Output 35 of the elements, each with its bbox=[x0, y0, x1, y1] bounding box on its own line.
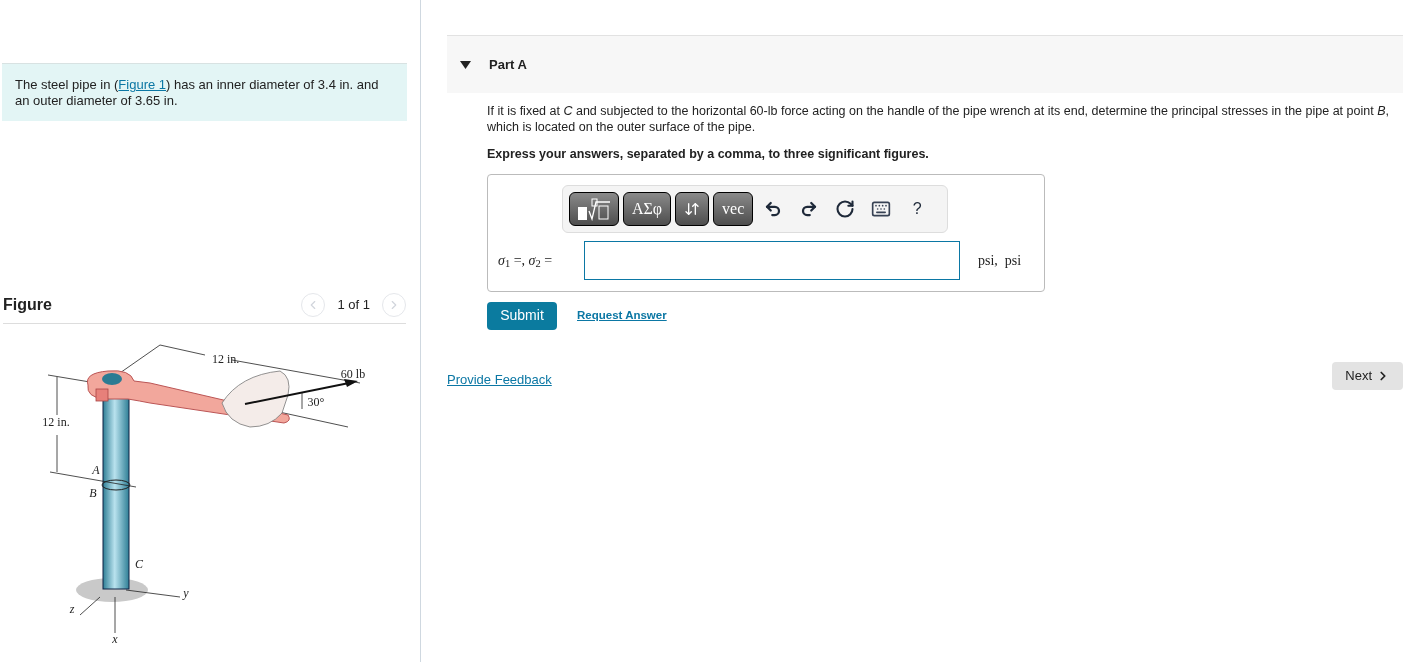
instruction-text: Express your answers, separated by a comma, to three significant figures. bbox=[487, 146, 930, 163]
figure-label: B bbox=[89, 486, 97, 500]
figure-label: A bbox=[92, 463, 100, 477]
figure-label: z bbox=[69, 602, 75, 616]
part-header[interactable]: Part A bbox=[447, 35, 1403, 93]
next-button[interactable]: Next bbox=[1332, 361, 1403, 390]
units-label: psi, psi bbox=[978, 251, 1022, 270]
submit-button[interactable]: Submit bbox=[487, 301, 557, 330]
template-button[interactable] bbox=[569, 191, 619, 226]
reset-icon bbox=[835, 198, 856, 219]
answer-field[interactable] bbox=[584, 240, 960, 280]
answer-label: σ$_{1}$ =, σ$_{2}$ = bbox=[498, 251, 554, 271]
figure-label: C bbox=[135, 557, 143, 571]
figure-label: x bbox=[112, 632, 118, 646]
figure-label: 30° bbox=[307, 395, 325, 409]
figure-label: 12 in. bbox=[212, 352, 240, 366]
caret-icon bbox=[460, 60, 471, 69]
figure-label: y bbox=[183, 586, 189, 600]
question-text: If it is fixed at C and subjected to the horizontal 60-lb force acting on the handle of the pipe wrench at its end, determine the principal stresses in the pipe at point B, which is located on the outer surface of the pipe. bbox=[487, 103, 1390, 135]
help-button[interactable]: ? bbox=[901, 192, 934, 225]
subscript-button[interactable] bbox=[675, 191, 710, 226]
arrows-icon bbox=[684, 200, 701, 217]
page-counter: 1 of 1 bbox=[336, 296, 371, 315]
problem-text: The steel pipe in (Figure 1) has an inner diameter of 3.4 in. and an outer diameter of 3.65 in. bbox=[15, 77, 380, 109]
figure-heading: Figure bbox=[3, 295, 52, 315]
symbol-button[interactable]: vec bbox=[713, 191, 754, 226]
feedback-link[interactable]: Provide Feedback bbox=[447, 369, 552, 390]
redo-icon bbox=[800, 199, 819, 218]
symbol-button[interactable]: ΑΣφ bbox=[623, 191, 672, 226]
figure-link[interactable]: Figure 1 bbox=[118, 77, 167, 92]
figure-label: 12 in. bbox=[42, 415, 70, 429]
figure-label: 60 lb bbox=[340, 367, 366, 381]
undo-icon bbox=[764, 199, 783, 218]
fraction-root-icon bbox=[576, 196, 612, 221]
request-answer-link[interactable]: Request Answer bbox=[577, 307, 667, 325]
